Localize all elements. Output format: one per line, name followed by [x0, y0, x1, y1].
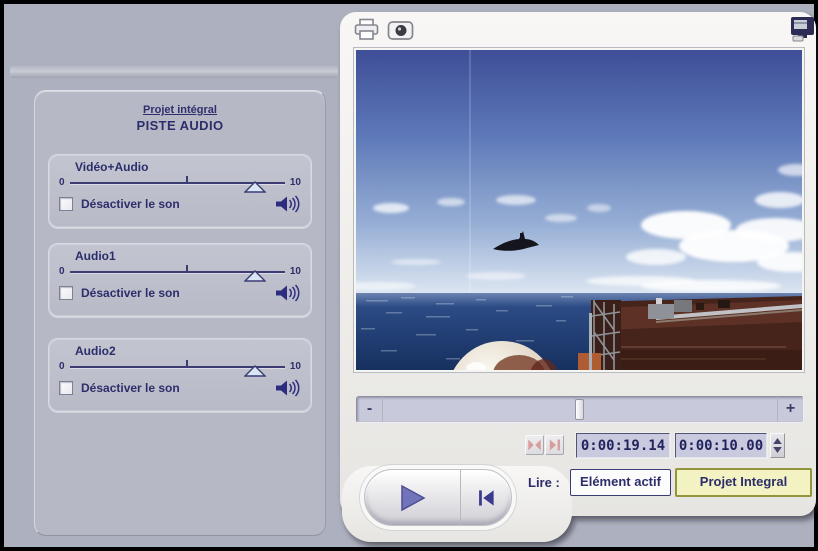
screenshot-root: Projet intégral PISTE AUDIO Vidéo+Audio …: [0, 0, 818, 551]
track-group-audio2: Audio2 0 10 Désactiver le son: [48, 338, 312, 412]
mark-to-end-button[interactable]: [545, 435, 564, 455]
slider-thumb[interactable]: [243, 181, 266, 193]
slider-center-tick: [185, 360, 188, 367]
spinner-down-icon: [773, 447, 782, 453]
track-label: Audio1: [75, 249, 116, 263]
play-mode-label: Lire :: [528, 475, 560, 490]
panel-top-ridge: [10, 66, 338, 78]
volume-slider[interactable]: [69, 175, 285, 193]
track-group-video-audio: Vidéo+Audio 0 10 Désactiver le son: [48, 154, 312, 228]
carrier-deck: [578, 296, 802, 370]
slider-min-label: 0: [59, 361, 65, 372]
slider-center-tick: [185, 176, 188, 183]
video-scene: [356, 50, 802, 370]
mute-label: Désactiver le son: [81, 197, 180, 211]
play-current-element-button[interactable]: Elément actif: [570, 469, 671, 496]
slider-min-label: 0: [59, 177, 65, 188]
printer-icon[interactable]: [354, 18, 379, 41]
mark-in-out-icon: [528, 439, 541, 451]
mute-checkbox[interactable]: [59, 286, 73, 300]
go-to-start-button[interactable]: [461, 470, 511, 525]
timecode-position-field[interactable]: 0:00:19.14: [576, 433, 670, 458]
scrub-plus-button[interactable]: +: [777, 397, 803, 422]
speaker-icon[interactable]: [275, 284, 301, 302]
volume-slider[interactable]: [69, 359, 285, 377]
transport-controls: [364, 469, 512, 526]
slider-center-tick: [185, 265, 188, 272]
speaker-icon[interactable]: [275, 379, 301, 397]
mute-label: Désactiver le son: [81, 286, 180, 300]
mute-label: Désactiver le son: [81, 381, 180, 395]
spinner-up-icon: [773, 438, 782, 444]
scrubber-bar[interactable]: - +: [356, 396, 804, 423]
play-button[interactable]: [365, 470, 461, 525]
skip-to-start-icon: [479, 489, 494, 506]
panel-title: PISTE AUDIO: [136, 118, 224, 133]
slider-max-label: 10: [289, 266, 301, 277]
project-scope-link[interactable]: Projet intégral: [35, 104, 325, 116]
mute-checkbox[interactable]: [59, 381, 73, 395]
track-label: Audio2: [75, 344, 116, 358]
monitor-icon[interactable]: [790, 15, 815, 42]
audio-mixer-panel: Projet intégral PISTE AUDIO Vidéo+Audio …: [34, 90, 326, 536]
slider-max-label: 10: [289, 177, 301, 188]
video-preview[interactable]: [354, 48, 804, 372]
track-label: Vidéo+Audio: [75, 160, 149, 174]
timecode-duration-field[interactable]: 0:00:10.00: [675, 433, 767, 458]
scrubber-thumb[interactable]: [575, 399, 584, 420]
scrub-minus-button[interactable]: -: [357, 397, 383, 422]
app-background: Projet intégral PISTE AUDIO Vidéo+Audio …: [4, 4, 816, 547]
speaker-icon[interactable]: [275, 195, 301, 213]
play-full-project-button[interactable]: Projet Integral: [675, 468, 812, 497]
slider-min-label: 0: [59, 266, 65, 277]
track-group-audio1: Audio1 0 10 Désactiver le son: [48, 243, 312, 317]
slider-max-label: 10: [289, 361, 301, 372]
mute-checkbox[interactable]: [59, 197, 73, 211]
play-icon: [400, 484, 426, 511]
slider-thumb[interactable]: [243, 365, 266, 377]
snapshot-camera-icon[interactable]: [387, 20, 414, 41]
mark-to-end-icon: [549, 439, 560, 451]
mark-in-out-button[interactable]: [525, 435, 544, 455]
slider-thumb[interactable]: [243, 270, 266, 282]
volume-slider[interactable]: [69, 264, 285, 282]
timecode-spinner[interactable]: [770, 433, 785, 458]
